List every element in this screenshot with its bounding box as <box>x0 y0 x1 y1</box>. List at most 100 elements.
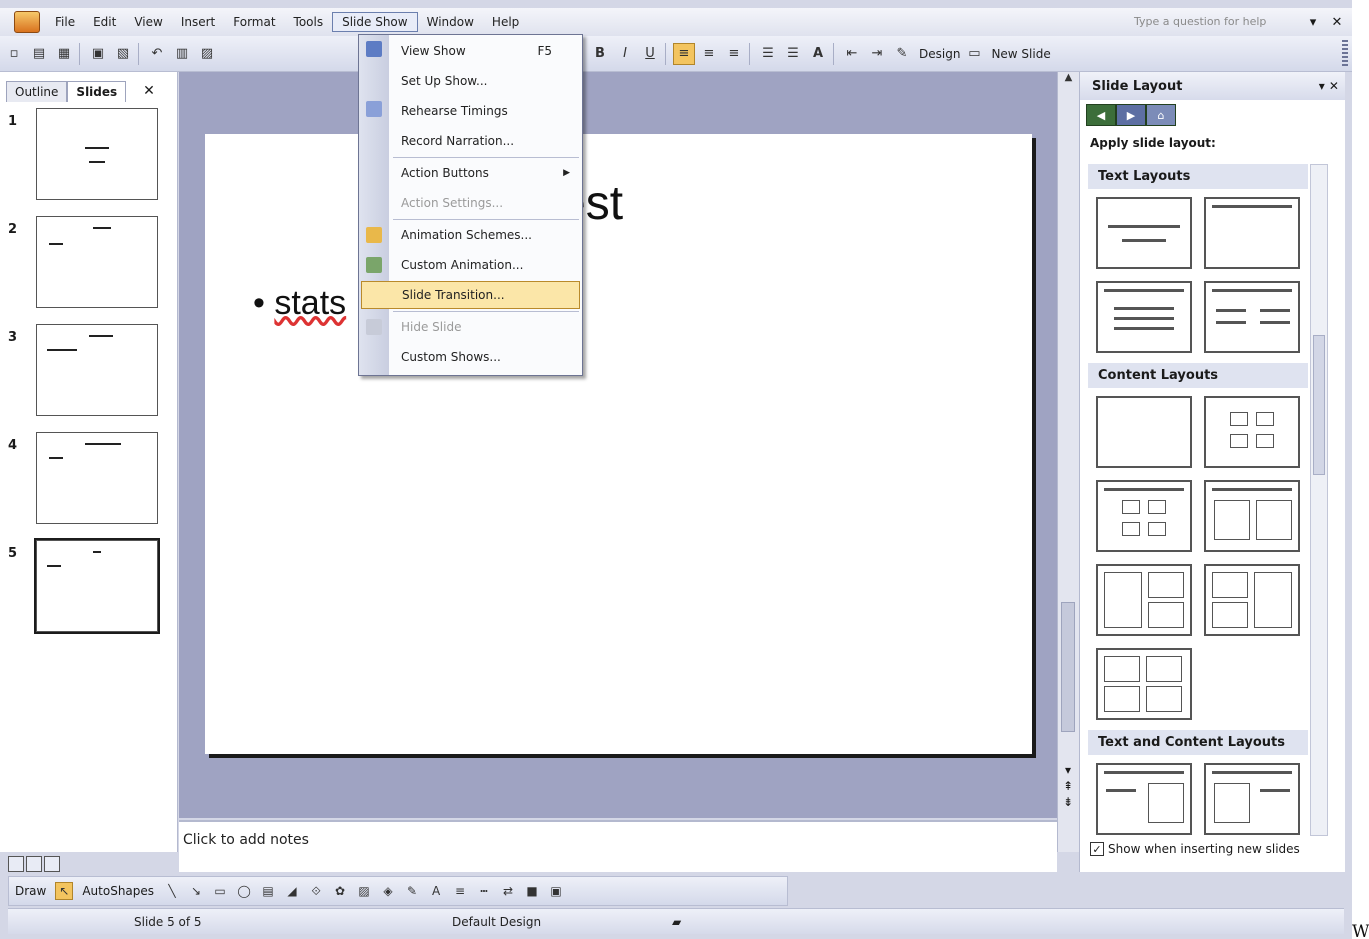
layout-two-column-text[interactable] <box>1204 281 1300 353</box>
menu-edit[interactable]: Edit <box>84 13 125 31</box>
save-icon[interactable]: ▦ <box>53 43 75 65</box>
close-document-icon[interactable]: ✕ <box>1328 15 1346 30</box>
close-pane-icon[interactable]: ✕ <box>140 80 158 102</box>
autoshapes-button[interactable]: AutoShapes <box>82 884 154 898</box>
layout-title-only[interactable] <box>1204 197 1300 269</box>
current-slide[interactable]: Test • stats <box>205 134 1032 754</box>
undo-icon[interactable]: ↶ <box>146 43 168 65</box>
powerpoint-app-icon[interactable] <box>14 11 40 33</box>
diagram-icon[interactable]: ⟐ <box>307 882 325 900</box>
numbering-icon[interactable]: ☰ <box>757 43 779 65</box>
chart-icon[interactable]: ▨ <box>196 43 218 65</box>
slide-thumbnail-3[interactable] <box>36 324 158 416</box>
slide-sorter-view-icon[interactable] <box>26 856 42 872</box>
slide-show-view-icon[interactable] <box>44 856 60 872</box>
3d-icon[interactable]: ▣ <box>547 882 565 900</box>
design-button[interactable]: Design <box>919 47 960 61</box>
slide-bullet[interactable]: • stats <box>253 284 346 323</box>
layout-four-content[interactable] <box>1096 648 1192 720</box>
layout-title-slide[interactable] <box>1096 197 1192 269</box>
menu-item-animation-schemes[interactable]: Animation Schemes... <box>389 221 582 249</box>
menu-item-action-buttons[interactable]: Action Buttons ▶ <box>389 159 582 187</box>
layout-title-and-content[interactable] <box>1096 480 1192 552</box>
menu-insert[interactable]: Insert <box>172 13 224 31</box>
design-icon[interactable]: ✎ <box>891 43 913 65</box>
line-style-icon[interactable]: ≡ <box>451 882 469 900</box>
scroll-down-icon[interactable]: ▾ <box>1060 762 1076 778</box>
menu-format[interactable]: Format <box>224 13 284 31</box>
next-slide-icon[interactable]: ⇟ <box>1060 794 1076 810</box>
help-question-input[interactable]: Type a question for help <box>1128 12 1304 32</box>
decrease-indent-icon[interactable]: ⇤ <box>841 43 863 65</box>
menu-item-set-up-show[interactable]: Set Up Show... <box>389 67 582 95</box>
menu-window[interactable]: Window <box>418 13 483 31</box>
slide-thumbnail-5[interactable] <box>34 538 160 634</box>
slide-scrollbar[interactable]: ▲ ▾ ⇞ ⇟ <box>1057 72 1079 852</box>
layout-blank[interactable] <box>1096 396 1192 468</box>
task-pane-menu-icon[interactable]: ▾ ✕ <box>1319 79 1339 93</box>
oval-icon[interactable]: ◯ <box>235 882 253 900</box>
align-left-icon[interactable]: ≡ <box>673 42 695 65</box>
layout-content-and-text[interactable] <box>1204 763 1300 835</box>
scroll-up-icon[interactable]: ▲ <box>1058 72 1079 92</box>
menu-item-custom-shows[interactable]: Custom Shows... <box>389 343 582 371</box>
menu-help[interactable]: Help <box>483 13 528 31</box>
italic-button[interactable]: I <box>614 43 636 65</box>
align-center-icon[interactable]: ≡ <box>698 43 720 65</box>
rectangle-icon[interactable]: ▭ <box>211 882 229 900</box>
increase-indent-icon[interactable]: ⇥ <box>866 43 888 65</box>
textbox-icon[interactable]: ▤ <box>259 882 277 900</box>
underline-button[interactable]: U <box>639 43 661 65</box>
bold-button[interactable]: B <box>589 43 611 65</box>
select-objects-icon[interactable]: ↖ <box>55 882 74 900</box>
arrow-icon[interactable]: ↘ <box>187 882 205 900</box>
notes-pane[interactable]: Click to add notes <box>179 820 1057 872</box>
menu-tools[interactable]: Tools <box>285 13 333 31</box>
menu-slide-show[interactable]: Slide Show <box>332 12 418 32</box>
normal-view-icon[interactable] <box>8 856 24 872</box>
task-pane-scrollbar[interactable] <box>1310 164 1328 836</box>
arrow-style-icon[interactable]: ⇄ <box>499 882 517 900</box>
menu-item-custom-animation[interactable]: Custom Animation... <box>389 251 582 279</box>
menu-item-record-narration[interactable]: Record Narration... <box>389 127 582 155</box>
align-right-icon[interactable]: ≡ <box>723 43 745 65</box>
table-icon[interactable]: ▥ <box>171 43 193 65</box>
font-color-icon[interactable]: A <box>427 882 445 900</box>
menu-view[interactable]: View <box>125 13 171 31</box>
layout-content-over-two[interactable] <box>1096 564 1192 636</box>
previous-slide-icon[interactable]: ⇞ <box>1060 778 1076 794</box>
show-when-inserting-checkbox[interactable]: ✓ <box>1090 842 1104 856</box>
slide-thumbnail-4[interactable] <box>36 432 158 524</box>
back-icon[interactable]: ◀ <box>1086 104 1116 126</box>
menu-item-view-show[interactable]: View Show F5 <box>389 37 582 65</box>
help-dropdown-icon[interactable]: ▾ <box>1304 15 1322 30</box>
increase-font-icon[interactable]: A <box>807 43 829 65</box>
new-document-icon[interactable]: ▫ <box>3 43 25 65</box>
layout-title-and-text[interactable] <box>1096 281 1192 353</box>
open-icon[interactable]: ▤ <box>28 43 50 65</box>
menu-file[interactable]: File <box>46 13 84 31</box>
slide-thumbnail-1[interactable] <box>36 108 158 200</box>
print-icon[interactable]: ▣ <box>87 43 109 65</box>
tab-slides[interactable]: Slides <box>67 81 127 102</box>
line-icon[interactable]: ╲ <box>163 882 181 900</box>
menu-item-slide-transition[interactable]: Slide Transition... <box>361 281 580 309</box>
slide-thumbnail-2[interactable] <box>36 216 158 308</box>
dash-style-icon[interactable]: ┅ <box>475 882 493 900</box>
draw-menu-button[interactable]: Draw <box>15 884 46 898</box>
task-pane-scrollbar-thumb[interactable] <box>1313 335 1325 475</box>
picture-icon[interactable]: ▨ <box>355 882 373 900</box>
shadow-icon[interactable]: ■ <box>523 882 541 900</box>
layout-two-content[interactable] <box>1204 480 1300 552</box>
wordart-icon[interactable]: ◢ <box>283 882 301 900</box>
show-when-inserting-option[interactable]: ✓ Show when inserting new slides <box>1090 842 1300 856</box>
scrollbar-thumb[interactable] <box>1061 602 1075 732</box>
bullets-icon[interactable]: ☰ <box>782 43 804 65</box>
new-slide-icon[interactable]: ▭ <box>963 43 985 65</box>
fill-color-icon[interactable]: ◈ <box>379 882 397 900</box>
layout-two-over-content[interactable] <box>1204 564 1300 636</box>
paste-icon[interactable]: ▧ <box>112 43 134 65</box>
layout-text-and-content[interactable] <box>1096 763 1192 835</box>
tab-outline[interactable]: Outline <box>6 81 68 102</box>
menu-item-rehearse-timings[interactable]: Rehearse Timings <box>389 97 582 125</box>
